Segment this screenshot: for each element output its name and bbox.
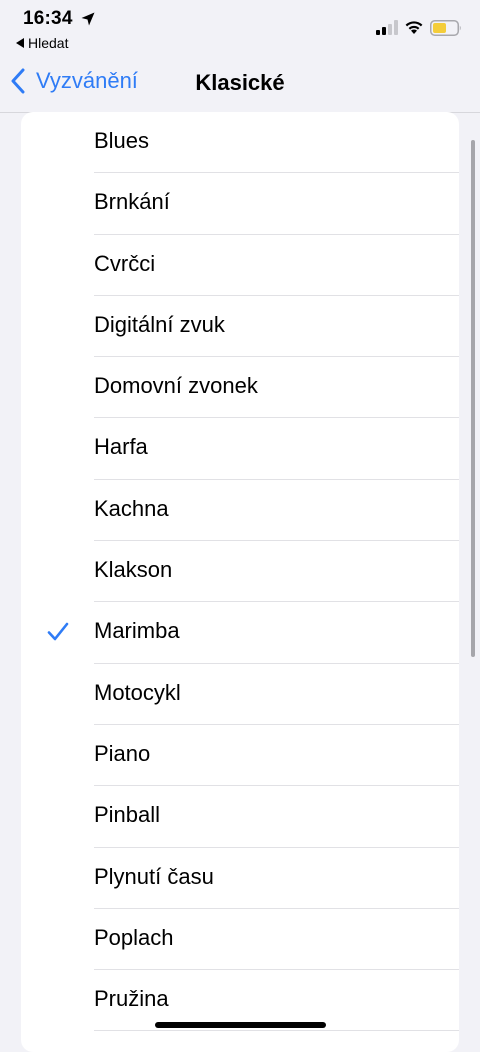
ringtone-list: Blues Brnkání Cvrčci Digitální zvuk Domovní … [21, 112, 459, 1052]
list-item[interactable]: Brnkání [21, 173, 459, 235]
list-item[interactable]: Domovní zvonek [21, 357, 459, 419]
list-item-label: Plynutí času [94, 863, 214, 889]
list-item-label: Poplach [94, 924, 174, 950]
battery-icon [430, 20, 461, 36]
list-item-label: Kachna [94, 495, 169, 521]
navigation-bar: Vyzvánění Klasické [0, 56, 480, 113]
list-item-label: Harfa [94, 434, 148, 460]
list-item-label: Blues [94, 128, 150, 153]
location-arrow-icon [81, 12, 95, 26]
list-item-label: Domovní zvonek [94, 373, 258, 399]
list-item[interactable]: Harfa [21, 418, 459, 480]
list-item[interactable]: Plynutí času [21, 848, 459, 909]
list-item-label: Motocykl [94, 679, 181, 705]
status-bar: 16:34 Hledat [0, 0, 480, 56]
page-title: Klasické [195, 70, 285, 95]
list-item[interactable]: Piano [21, 725, 459, 787]
list-item[interactable]: Kachna [21, 480, 459, 542]
list-item-label: Marimba [94, 618, 180, 644]
divider [94, 1030, 459, 1032]
checkmark-icon [47, 623, 69, 641]
scrollbar[interactable] [471, 140, 475, 657]
list-item[interactable]: Blues [21, 112, 459, 174]
list-item[interactable]: Pinball [21, 786, 459, 848]
wifi-icon [405, 21, 423, 34]
list-item-label: Pinball [94, 802, 161, 828]
list-item-label: Digitální zvuk [94, 311, 225, 337]
back-triangle-icon [16, 38, 24, 48]
list-item[interactable]: Poplach [21, 909, 459, 971]
list-item-label: Piano [94, 740, 151, 766]
list-item-label: Pružina [94, 986, 169, 1012]
list-item-label: Brnkání [94, 189, 170, 215]
back-to-app-button[interactable]: Hledat [16, 35, 68, 51]
status-time: 16:34 [23, 8, 73, 29]
list-item[interactable]: Digitální zvuk [21, 296, 459, 358]
list-item[interactable]: Marimba [21, 602, 459, 664]
list-item-label: Cvrčci [94, 250, 156, 276]
list-item[interactable]: Klakson [21, 541, 459, 603]
cellular-signal-icon [376, 20, 398, 35]
home-indicator[interactable] [155, 1022, 326, 1028]
list-item-label: Klakson [94, 557, 173, 583]
list-item[interactable]: Cvrčci [21, 235, 459, 296]
back-to-app-label: Hledat [28, 35, 69, 51]
list-item[interactable]: Motocykl [21, 664, 459, 725]
